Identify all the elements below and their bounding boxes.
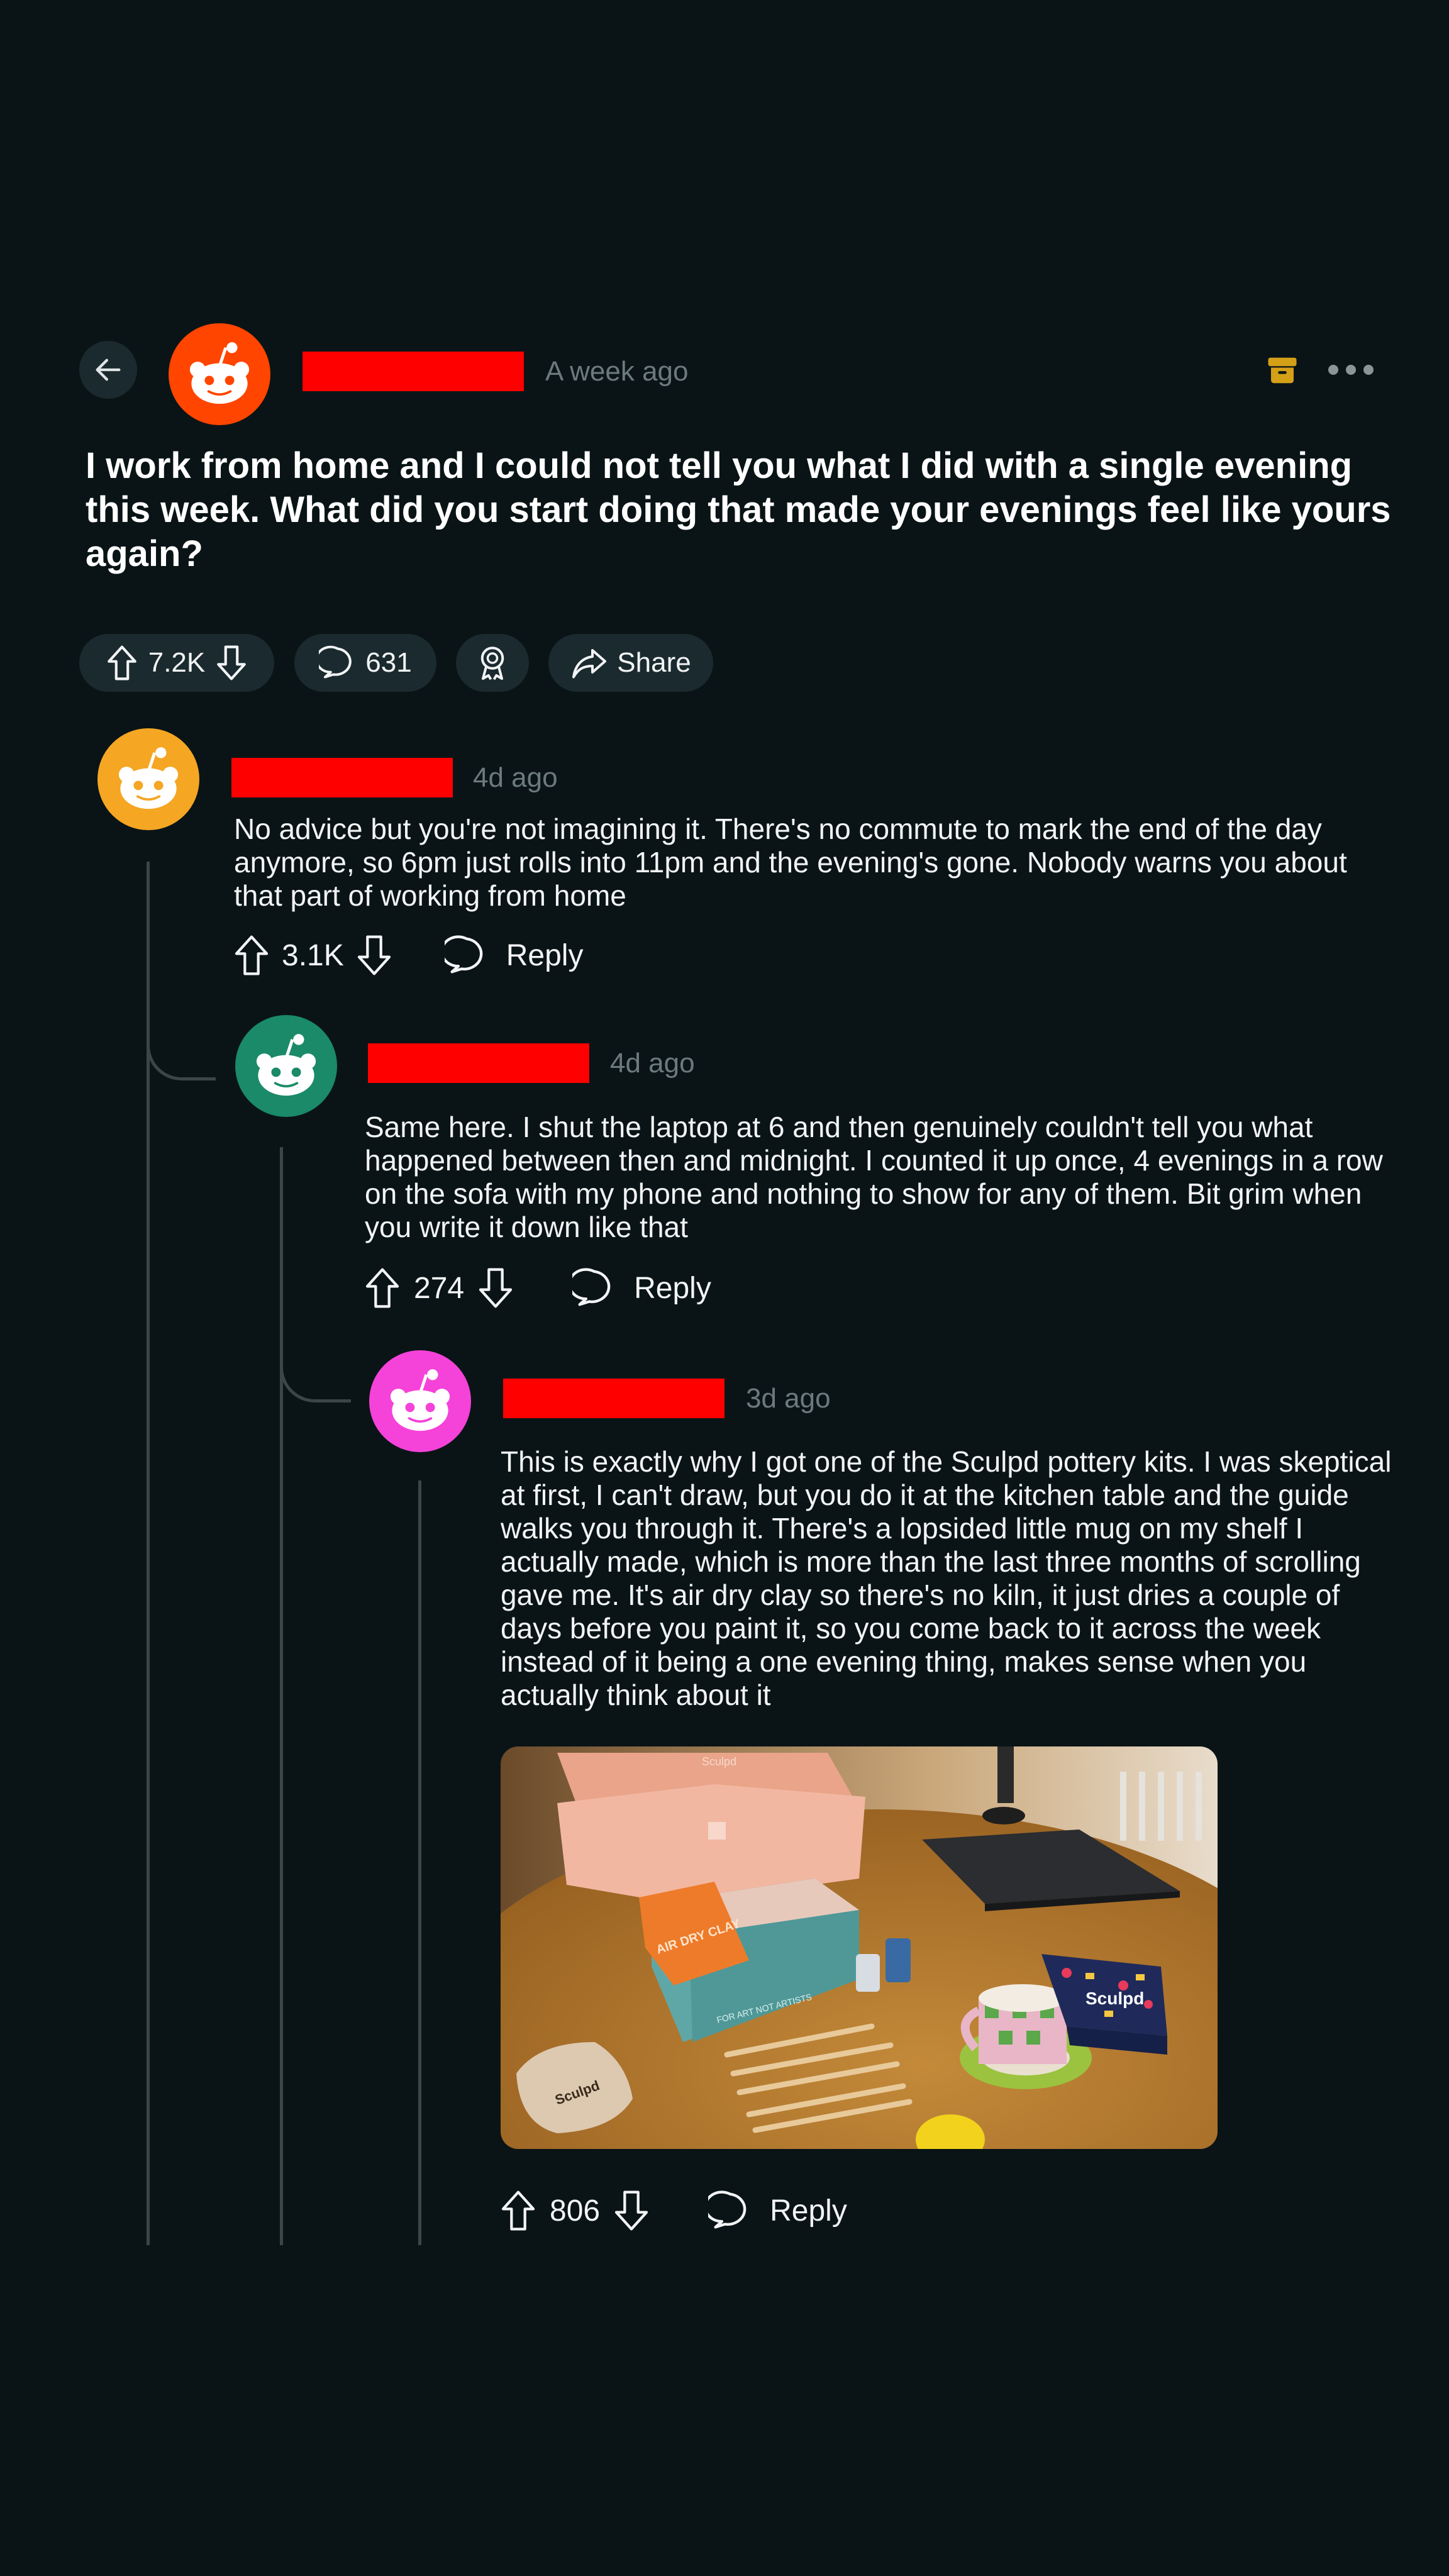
username-redacted bbox=[368, 1043, 589, 1083]
more-options-icon[interactable] bbox=[1326, 360, 1376, 383]
comment-icon bbox=[572, 1268, 611, 1306]
username-redacted bbox=[231, 758, 453, 797]
reply-button[interactable]: Reply bbox=[444, 933, 584, 977]
snoo-icon bbox=[118, 747, 179, 809]
share-button[interactable]: Share bbox=[548, 634, 713, 692]
arrow-left-icon bbox=[96, 358, 121, 381]
svg-text:Sculpd: Sculpd bbox=[1085, 1989, 1144, 2008]
comment-text: Same here. I shut the laptop at 6 and th… bbox=[365, 1111, 1383, 1243]
upvote-icon[interactable] bbox=[498, 2189, 538, 2233]
snoo-icon bbox=[256, 1034, 316, 1096]
comment-actions: 3.1K Reply bbox=[231, 933, 583, 977]
comment-icon bbox=[708, 2190, 747, 2229]
svg-text:Sculpd: Sculpd bbox=[702, 1755, 736, 1768]
comment-icon bbox=[444, 935, 483, 974]
post-title: I work from home and I could not tell yo… bbox=[86, 445, 1391, 574]
award-button[interactable] bbox=[456, 634, 529, 692]
vote-count: 3.1K bbox=[282, 938, 344, 972]
downvote-icon[interactable] bbox=[354, 933, 394, 977]
vote-pill: 7.2K bbox=[79, 634, 274, 692]
comment-time: 3d ago bbox=[746, 1383, 831, 1414]
thread-line bbox=[147, 862, 150, 2245]
reply-label: Reply bbox=[506, 938, 584, 972]
comment-count: 631 bbox=[365, 647, 412, 678]
pottery-kit-image: Sculpd FOR ART NOT ARTISTS AIR DRY CLAY … bbox=[501, 1746, 1218, 2149]
thread-line bbox=[418, 1480, 421, 2245]
upvote-icon[interactable] bbox=[231, 933, 272, 977]
post-time: A week ago bbox=[545, 356, 689, 387]
reply-button[interactable]: Reply bbox=[572, 1266, 711, 1310]
username-redacted bbox=[303, 352, 524, 391]
share-label: Share bbox=[617, 647, 691, 678]
thread-line bbox=[280, 1147, 283, 2245]
comment-avatar[interactable] bbox=[369, 1350, 471, 1452]
comment-actions: 274 Reply bbox=[362, 1266, 711, 1310]
downvote-icon[interactable] bbox=[214, 644, 249, 682]
award-icon bbox=[480, 647, 504, 680]
post-vote-count: 7.2K bbox=[148, 647, 206, 678]
archive-icon[interactable] bbox=[1265, 353, 1299, 391]
avatar[interactable] bbox=[169, 323, 270, 425]
snoo-icon bbox=[189, 342, 250, 404]
comment-avatar[interactable] bbox=[97, 728, 199, 830]
share-icon bbox=[572, 649, 607, 679]
upvote-icon[interactable] bbox=[362, 1266, 402, 1310]
comments-button[interactable]: 631 bbox=[294, 634, 436, 692]
vote-count: 274 bbox=[414, 1271, 465, 1305]
comment-avatar[interactable] bbox=[235, 1015, 337, 1117]
snoo-icon bbox=[390, 1369, 450, 1431]
reply-button[interactable]: Reply bbox=[708, 2189, 847, 2233]
thread-connector bbox=[147, 987, 216, 1080]
downvote-icon[interactable] bbox=[611, 2189, 652, 2233]
username-redacted bbox=[503, 1379, 724, 1418]
vote-count: 806 bbox=[550, 2194, 601, 2228]
comment-time: 4d ago bbox=[473, 762, 558, 793]
upvote-icon[interactable] bbox=[104, 644, 140, 682]
downvote-icon[interactable] bbox=[475, 1266, 516, 1310]
comment-text: No advice but you're not imagining it. T… bbox=[234, 813, 1347, 912]
reply-label: Reply bbox=[770, 2194, 847, 2228]
reply-label: Reply bbox=[634, 1271, 711, 1305]
kit-photo[interactable]: Sculpd FOR ART NOT ARTISTS AIR DRY CLAY … bbox=[501, 1746, 1218, 2149]
comment-icon bbox=[319, 645, 352, 679]
back-button[interactable] bbox=[79, 341, 137, 399]
comment-time: 4d ago bbox=[610, 1048, 695, 1079]
comment-text: This is exactly why I got one of the Scu… bbox=[501, 1445, 1392, 1711]
comment-actions: 806 Reply bbox=[498, 2189, 847, 2233]
thread-connector bbox=[280, 1327, 351, 1402]
